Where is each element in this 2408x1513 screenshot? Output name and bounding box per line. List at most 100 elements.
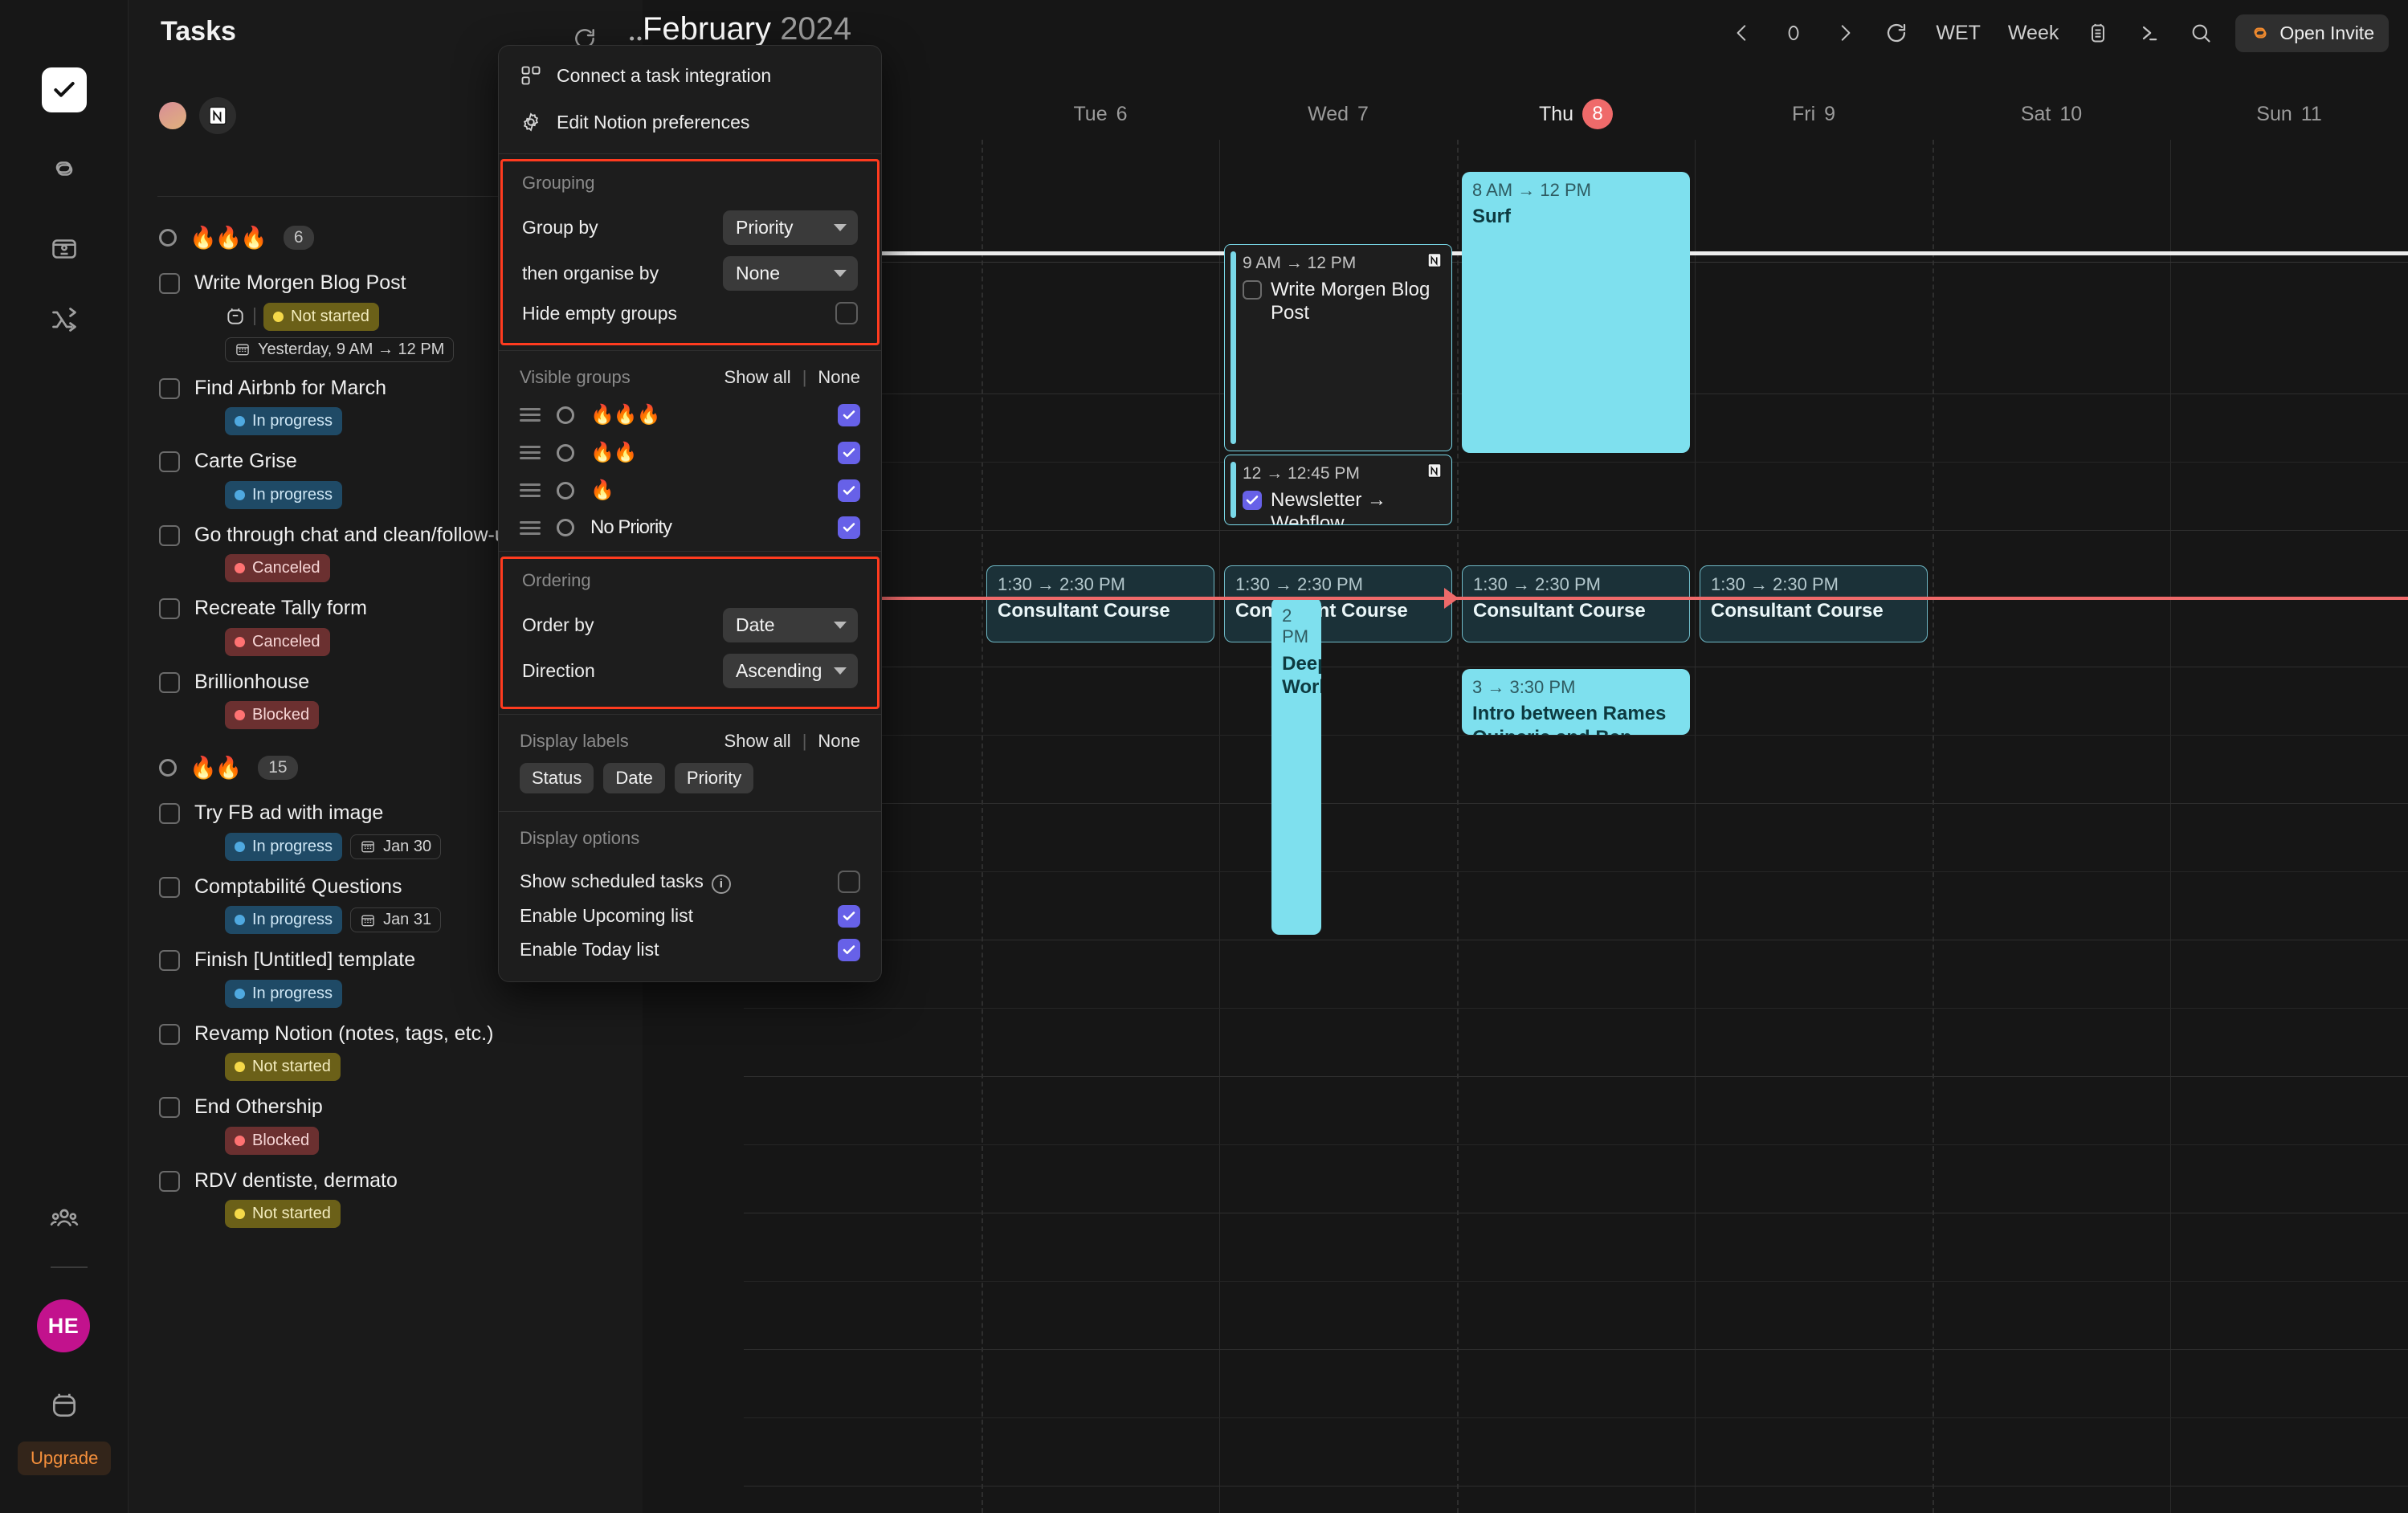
event-time-row: 12 → 12:45 PM xyxy=(1243,462,1443,484)
calendar-event[interactable]: 12 → 12:45 PM Newsletter → Webflow xyxy=(1224,455,1452,525)
drag-handle-icon[interactable] xyxy=(520,408,541,422)
rail-item-people[interactable] xyxy=(42,1197,87,1242)
then-organise-by-select[interactable]: None xyxy=(723,256,858,291)
visible-group-row[interactable]: 🔥 xyxy=(499,471,881,509)
menu-item-edit-notion-preferences[interactable]: Edit Notion preferences xyxy=(499,99,881,145)
task-checkbox[interactable] xyxy=(159,803,180,824)
task-row: End Othership xyxy=(159,1094,643,1120)
direction-select[interactable]: Ascending xyxy=(723,654,858,688)
day-header-thu[interactable]: Thu 8 xyxy=(1457,88,1695,140)
calendar-source-dot[interactable] xyxy=(159,102,186,129)
display-option-checkbox[interactable] xyxy=(838,904,860,928)
task-checkbox[interactable] xyxy=(159,671,180,693)
group-collapse-icon[interactable] xyxy=(159,759,177,777)
event-checkbox[interactable] xyxy=(1243,491,1262,511)
visible-groups-show-all[interactable]: Show all xyxy=(724,367,791,388)
event-title: Consultant Course xyxy=(998,600,1170,622)
task-item[interactable]: End Othership Blocked xyxy=(129,1089,643,1163)
calendar-event[interactable]: 8 AM → 12 PM Surf xyxy=(1462,172,1690,453)
upgrade-button[interactable]: Upgrade xyxy=(18,1442,112,1475)
rail-item-integrations[interactable] xyxy=(42,146,87,191)
open-invite-button[interactable]: Open Invite xyxy=(2235,14,2389,52)
drag-handle-icon[interactable] xyxy=(520,446,541,459)
next-week-button[interactable] xyxy=(1822,10,1868,56)
group-collapse-icon[interactable] xyxy=(557,519,574,536)
date-badge[interactable]: Yesterday, 9 AM → 12 PM xyxy=(225,336,455,362)
display-option-checkbox[interactable] xyxy=(838,938,860,961)
calendar-event[interactable]: 1:30 → 2:30 PM Consultant Course xyxy=(1700,565,1928,642)
notion-source-icon[interactable] xyxy=(199,97,236,134)
calendar-event[interactable]: 1:30 → 2:30 PM Consultant Course xyxy=(1224,565,1452,642)
task-checkbox[interactable] xyxy=(159,524,180,546)
day-header-tue[interactable]: Tue 6 xyxy=(982,88,1219,140)
visible-groups-none[interactable]: None xyxy=(818,367,860,388)
menu-item-connect-integration[interactable]: Connect a task integration xyxy=(499,52,881,99)
today-button[interactable] xyxy=(1770,10,1817,56)
group-collapse-icon[interactable] xyxy=(557,406,574,424)
display-labels-none[interactable]: None xyxy=(818,731,860,752)
calendar-event[interactable]: 3 → 3:30 PM Intro between Rames Quinerie … xyxy=(1462,669,1690,735)
task-checkbox[interactable] xyxy=(159,598,180,619)
date-badge[interactable]: Jan 31 xyxy=(350,907,442,932)
prev-week-button[interactable] xyxy=(1719,10,1765,56)
rail-item-calendar[interactable] xyxy=(42,1383,87,1428)
visible-groups-list[interactable]: 🔥🔥🔥 🔥🔥 🔥 No Priority xyxy=(499,396,881,546)
info-icon[interactable]: i xyxy=(711,874,731,894)
task-checkbox[interactable] xyxy=(159,1023,180,1045)
task-item[interactable]: RDV dentiste, dermato Not started xyxy=(129,1163,643,1237)
rail-item-tasks[interactable] xyxy=(42,67,87,112)
visible-group-row[interactable]: 🔥🔥🔥 xyxy=(499,396,881,434)
display-option-checkbox[interactable] xyxy=(838,871,860,894)
day-header-sat[interactable]: Sat 10 xyxy=(1933,88,2170,140)
command-button[interactable] xyxy=(2126,10,2173,56)
status-label: Canceled xyxy=(252,559,320,577)
visible-group-checkbox[interactable] xyxy=(838,479,860,502)
date-badge[interactable]: Jan 30 xyxy=(350,834,442,859)
task-checkbox[interactable] xyxy=(159,273,180,294)
task-checkbox[interactable] xyxy=(159,377,180,399)
day-header-sun[interactable]: Sun 11 xyxy=(2170,88,2408,140)
display-options-list[interactable]: Show scheduled tasks i Enable Upcoming lis… xyxy=(499,865,881,981)
display-labels-show-all[interactable]: Show all xyxy=(724,731,791,752)
task-checkbox[interactable] xyxy=(159,1170,180,1192)
display-label-chip[interactable]: Date xyxy=(603,763,665,793)
calendar-event[interactable]: 2 PM Deep Work xyxy=(1271,597,1322,935)
view-selector[interactable]: Week xyxy=(1997,10,2070,56)
rail-item-contacts[interactable] xyxy=(42,226,87,271)
timezone-button[interactable]: WET xyxy=(1924,10,1992,56)
display-label-chip[interactable]: Status xyxy=(520,763,594,793)
task-checkbox[interactable] xyxy=(159,950,180,971)
visible-group-checkbox[interactable] xyxy=(838,441,860,464)
task-checkbox[interactable] xyxy=(159,876,180,898)
drag-handle-icon[interactable] xyxy=(520,520,541,535)
display-label-chip[interactable]: Priority xyxy=(674,763,754,793)
calendar-grid[interactable]: 3 PM 4 PM 8 AM → 12 PMSurf9 AM → 12 PMWr… xyxy=(643,140,2408,1513)
visible-group-checkbox[interactable] xyxy=(838,403,860,426)
calendar-refresh-button[interactable] xyxy=(1873,10,1920,56)
visible-group-checkbox[interactable] xyxy=(838,516,860,539)
visible-group-row[interactable]: 🔥🔥 xyxy=(499,434,881,471)
hide-empty-groups-checkbox[interactable] xyxy=(835,302,858,324)
task-item[interactable]: Revamp Notion (notes, tags, etc.) Not sta… xyxy=(129,1016,643,1090)
task-checkbox[interactable] xyxy=(159,1097,180,1118)
display-label-chips[interactable]: Status Date Priority xyxy=(499,760,881,806)
task-checkbox[interactable] xyxy=(159,451,180,472)
search-button[interactable] xyxy=(2177,10,2224,56)
group-collapse-icon[interactable] xyxy=(557,443,574,462)
event-checkbox[interactable] xyxy=(1243,280,1262,300)
calendar-event[interactable]: 1:30 → 2:30 PM Consultant Course xyxy=(1462,565,1690,642)
drag-handle-icon[interactable] xyxy=(520,483,541,497)
day-header-wed[interactable]: Wed 7 xyxy=(1219,88,1457,140)
rail-item-shuffle[interactable] xyxy=(42,297,87,342)
order-by-select[interactable]: Date xyxy=(723,608,858,642)
avatar[interactable]: HE xyxy=(37,1299,90,1352)
calendar-event[interactable]: 9 AM → 12 PM Write Morgen Blog Post xyxy=(1224,244,1452,451)
agenda-view-button[interactable] xyxy=(2075,10,2121,56)
group-collapse-icon[interactable] xyxy=(557,481,574,500)
group-collapse-icon[interactable] xyxy=(159,229,177,247)
group-by-select[interactable]: Priority xyxy=(723,210,858,245)
calendar-event[interactable]: 1:30 → 2:30 PM Consultant Course xyxy=(986,565,1214,642)
day-header-fri[interactable]: Fri 9 xyxy=(1695,88,1933,140)
task-options-menu[interactable]: Connect a task integration Edit Notion p… xyxy=(498,45,882,982)
visible-group-row[interactable]: No Priority xyxy=(499,509,881,546)
